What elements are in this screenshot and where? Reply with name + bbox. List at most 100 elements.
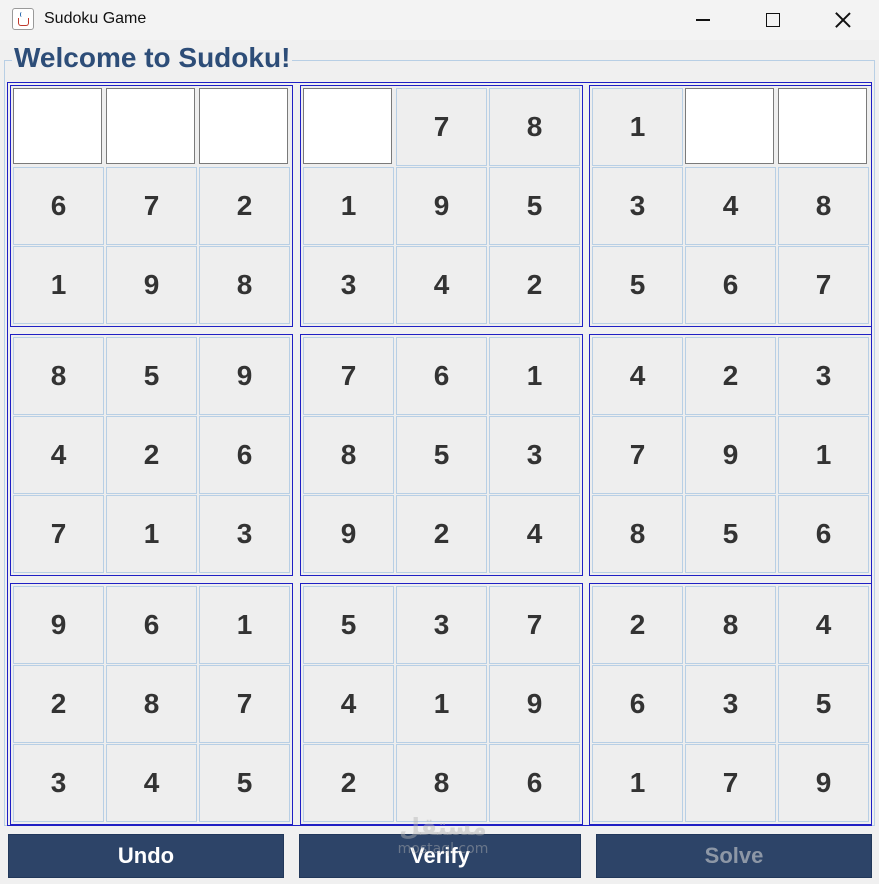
sudoku-input-cell[interactable] bbox=[13, 88, 102, 164]
sudoku-cell[interactable]: 8 bbox=[778, 167, 869, 245]
sudoku-cell[interactable]: 2 bbox=[489, 246, 580, 324]
sudoku-box: 761 853 924 bbox=[300, 334, 583, 576]
sudoku-cell[interactable]: 5 bbox=[199, 744, 290, 822]
sudoku-cell[interactable]: 1 bbox=[778, 416, 869, 494]
sudoku-box: 859 426 713 bbox=[10, 334, 293, 576]
sudoku-cell[interactable]: 8 bbox=[199, 246, 290, 324]
sudoku-cell[interactable]: 5 bbox=[778, 665, 869, 743]
sudoku-cell[interactable]: 5 bbox=[489, 167, 580, 245]
sudoku-box: 1348 567 bbox=[589, 85, 872, 327]
sudoku-input-cell[interactable] bbox=[199, 88, 288, 164]
sudoku-cell[interactable]: 5 bbox=[685, 495, 776, 573]
sudoku-cell[interactable]: 5 bbox=[106, 337, 197, 415]
maximize-icon bbox=[766, 13, 780, 27]
sudoku-cell[interactable]: 2 bbox=[106, 416, 197, 494]
sudoku-cell[interactable]: 8 bbox=[13, 337, 104, 415]
sudoku-cell[interactable]: 8 bbox=[303, 416, 394, 494]
sudoku-cell[interactable]: 2 bbox=[396, 495, 487, 573]
sudoku-cell[interactable]: 4 bbox=[489, 495, 580, 573]
sudoku-cell[interactable]: 3 bbox=[199, 495, 290, 573]
sudoku-cell[interactable]: 4 bbox=[685, 167, 776, 245]
sudoku-cell[interactable]: 6 bbox=[685, 246, 776, 324]
sudoku-cell[interactable]: 6 bbox=[592, 665, 683, 743]
sudoku-cell[interactable]: 4 bbox=[13, 416, 104, 494]
sudoku-board: 6721987819534213485678594267137618539244… bbox=[7, 82, 872, 826]
sudoku-cell[interactable]: 7 bbox=[13, 495, 104, 573]
sudoku-cell[interactable]: 3 bbox=[685, 665, 776, 743]
sudoku-cell[interactable]: 8 bbox=[489, 88, 580, 166]
sudoku-cell[interactable]: 8 bbox=[592, 495, 683, 573]
sudoku-cell[interactable]: 1 bbox=[396, 665, 487, 743]
sudoku-cell[interactable]: 1 bbox=[592, 88, 683, 166]
sudoku-cell[interactable]: 4 bbox=[592, 337, 683, 415]
sudoku-box: 537 419 286 bbox=[300, 583, 583, 825]
java-cup-icon bbox=[12, 8, 34, 30]
sudoku-cell[interactable]: 2 bbox=[199, 167, 290, 245]
sudoku-cell[interactable]: 1 bbox=[592, 744, 683, 822]
sudoku-cell[interactable]: 6 bbox=[489, 744, 580, 822]
sudoku-input-cell[interactable] bbox=[303, 88, 392, 164]
sudoku-box: 284 635 179 bbox=[589, 583, 872, 825]
maximize-button[interactable] bbox=[738, 0, 808, 40]
sudoku-cell[interactable]: 5 bbox=[303, 586, 394, 664]
sudoku-cell[interactable]: 9 bbox=[13, 586, 104, 664]
sudoku-box: 672 198 bbox=[10, 85, 293, 327]
sudoku-cell[interactable]: 7 bbox=[106, 167, 197, 245]
sudoku-cell[interactable]: 1 bbox=[489, 337, 580, 415]
sudoku-cell[interactable]: 6 bbox=[106, 586, 197, 664]
sudoku-cell[interactable]: 7 bbox=[489, 586, 580, 664]
sudoku-cell[interactable]: 3 bbox=[778, 337, 869, 415]
sudoku-cell[interactable]: 3 bbox=[489, 416, 580, 494]
sudoku-cell[interactable]: 1 bbox=[199, 586, 290, 664]
sudoku-cell[interactable]: 4 bbox=[396, 246, 487, 324]
sudoku-cell[interactable]: 2 bbox=[303, 744, 394, 822]
sudoku-cell[interactable]: 9 bbox=[489, 665, 580, 743]
minimize-button[interactable] bbox=[668, 0, 738, 40]
sudoku-cell[interactable]: 1 bbox=[13, 246, 104, 324]
sudoku-cell[interactable]: 3 bbox=[396, 586, 487, 664]
sudoku-cell[interactable]: 3 bbox=[13, 744, 104, 822]
sudoku-cell[interactable]: 9 bbox=[685, 416, 776, 494]
sudoku-cell[interactable]: 7 bbox=[778, 246, 869, 324]
sudoku-cell[interactable]: 1 bbox=[106, 495, 197, 573]
sudoku-cell[interactable]: 7 bbox=[396, 88, 487, 166]
sudoku-cell[interactable]: 2 bbox=[13, 665, 104, 743]
sudoku-cell[interactable]: 8 bbox=[685, 586, 776, 664]
sudoku-cell[interactable]: 3 bbox=[303, 246, 394, 324]
sudoku-cell[interactable]: 4 bbox=[778, 586, 869, 664]
sudoku-cell[interactable]: 2 bbox=[685, 337, 776, 415]
sudoku-cell[interactable]: 6 bbox=[396, 337, 487, 415]
undo-button[interactable]: Undo bbox=[8, 834, 284, 878]
sudoku-cell[interactable]: 8 bbox=[106, 665, 197, 743]
verify-button[interactable]: Verify bbox=[299, 834, 581, 878]
sudoku-cell[interactable]: 4 bbox=[303, 665, 394, 743]
close-button[interactable] bbox=[808, 0, 878, 40]
sudoku-cell[interactable]: 5 bbox=[396, 416, 487, 494]
sudoku-cell[interactable]: 1 bbox=[303, 167, 394, 245]
page-title: Welcome to Sudoku! bbox=[12, 42, 293, 74]
sudoku-cell[interactable]: 9 bbox=[106, 246, 197, 324]
sudoku-cell[interactable]: 7 bbox=[592, 416, 683, 494]
sudoku-input-cell[interactable] bbox=[778, 88, 867, 164]
sudoku-cell[interactable]: 9 bbox=[778, 744, 869, 822]
sudoku-cell[interactable]: 9 bbox=[396, 167, 487, 245]
sudoku-cell[interactable]: 7 bbox=[303, 337, 394, 415]
sudoku-cell[interactable]: 4 bbox=[106, 744, 197, 822]
sudoku-cell[interactable]: 7 bbox=[685, 744, 776, 822]
sudoku-cell[interactable]: 8 bbox=[396, 744, 487, 822]
sudoku-box: 423 791 856 bbox=[589, 334, 872, 576]
sudoku-cell[interactable]: 3 bbox=[592, 167, 683, 245]
solve-button[interactable]: Solve bbox=[596, 834, 872, 878]
sudoku-cell[interactable]: 9 bbox=[199, 337, 290, 415]
sudoku-input-cell[interactable] bbox=[106, 88, 195, 164]
sudoku-cell[interactable]: 6 bbox=[199, 416, 290, 494]
sudoku-cell[interactable]: 2 bbox=[592, 586, 683, 664]
sudoku-cell[interactable]: 6 bbox=[778, 495, 869, 573]
sudoku-cell[interactable]: 9 bbox=[303, 495, 394, 573]
sudoku-box: 78 195 342 bbox=[300, 85, 583, 327]
sudoku-cell[interactable]: 7 bbox=[199, 665, 290, 743]
sudoku-input-cell[interactable] bbox=[685, 88, 774, 164]
sudoku-cell[interactable]: 5 bbox=[592, 246, 683, 324]
close-icon bbox=[835, 12, 851, 28]
sudoku-cell[interactable]: 6 bbox=[13, 167, 104, 245]
